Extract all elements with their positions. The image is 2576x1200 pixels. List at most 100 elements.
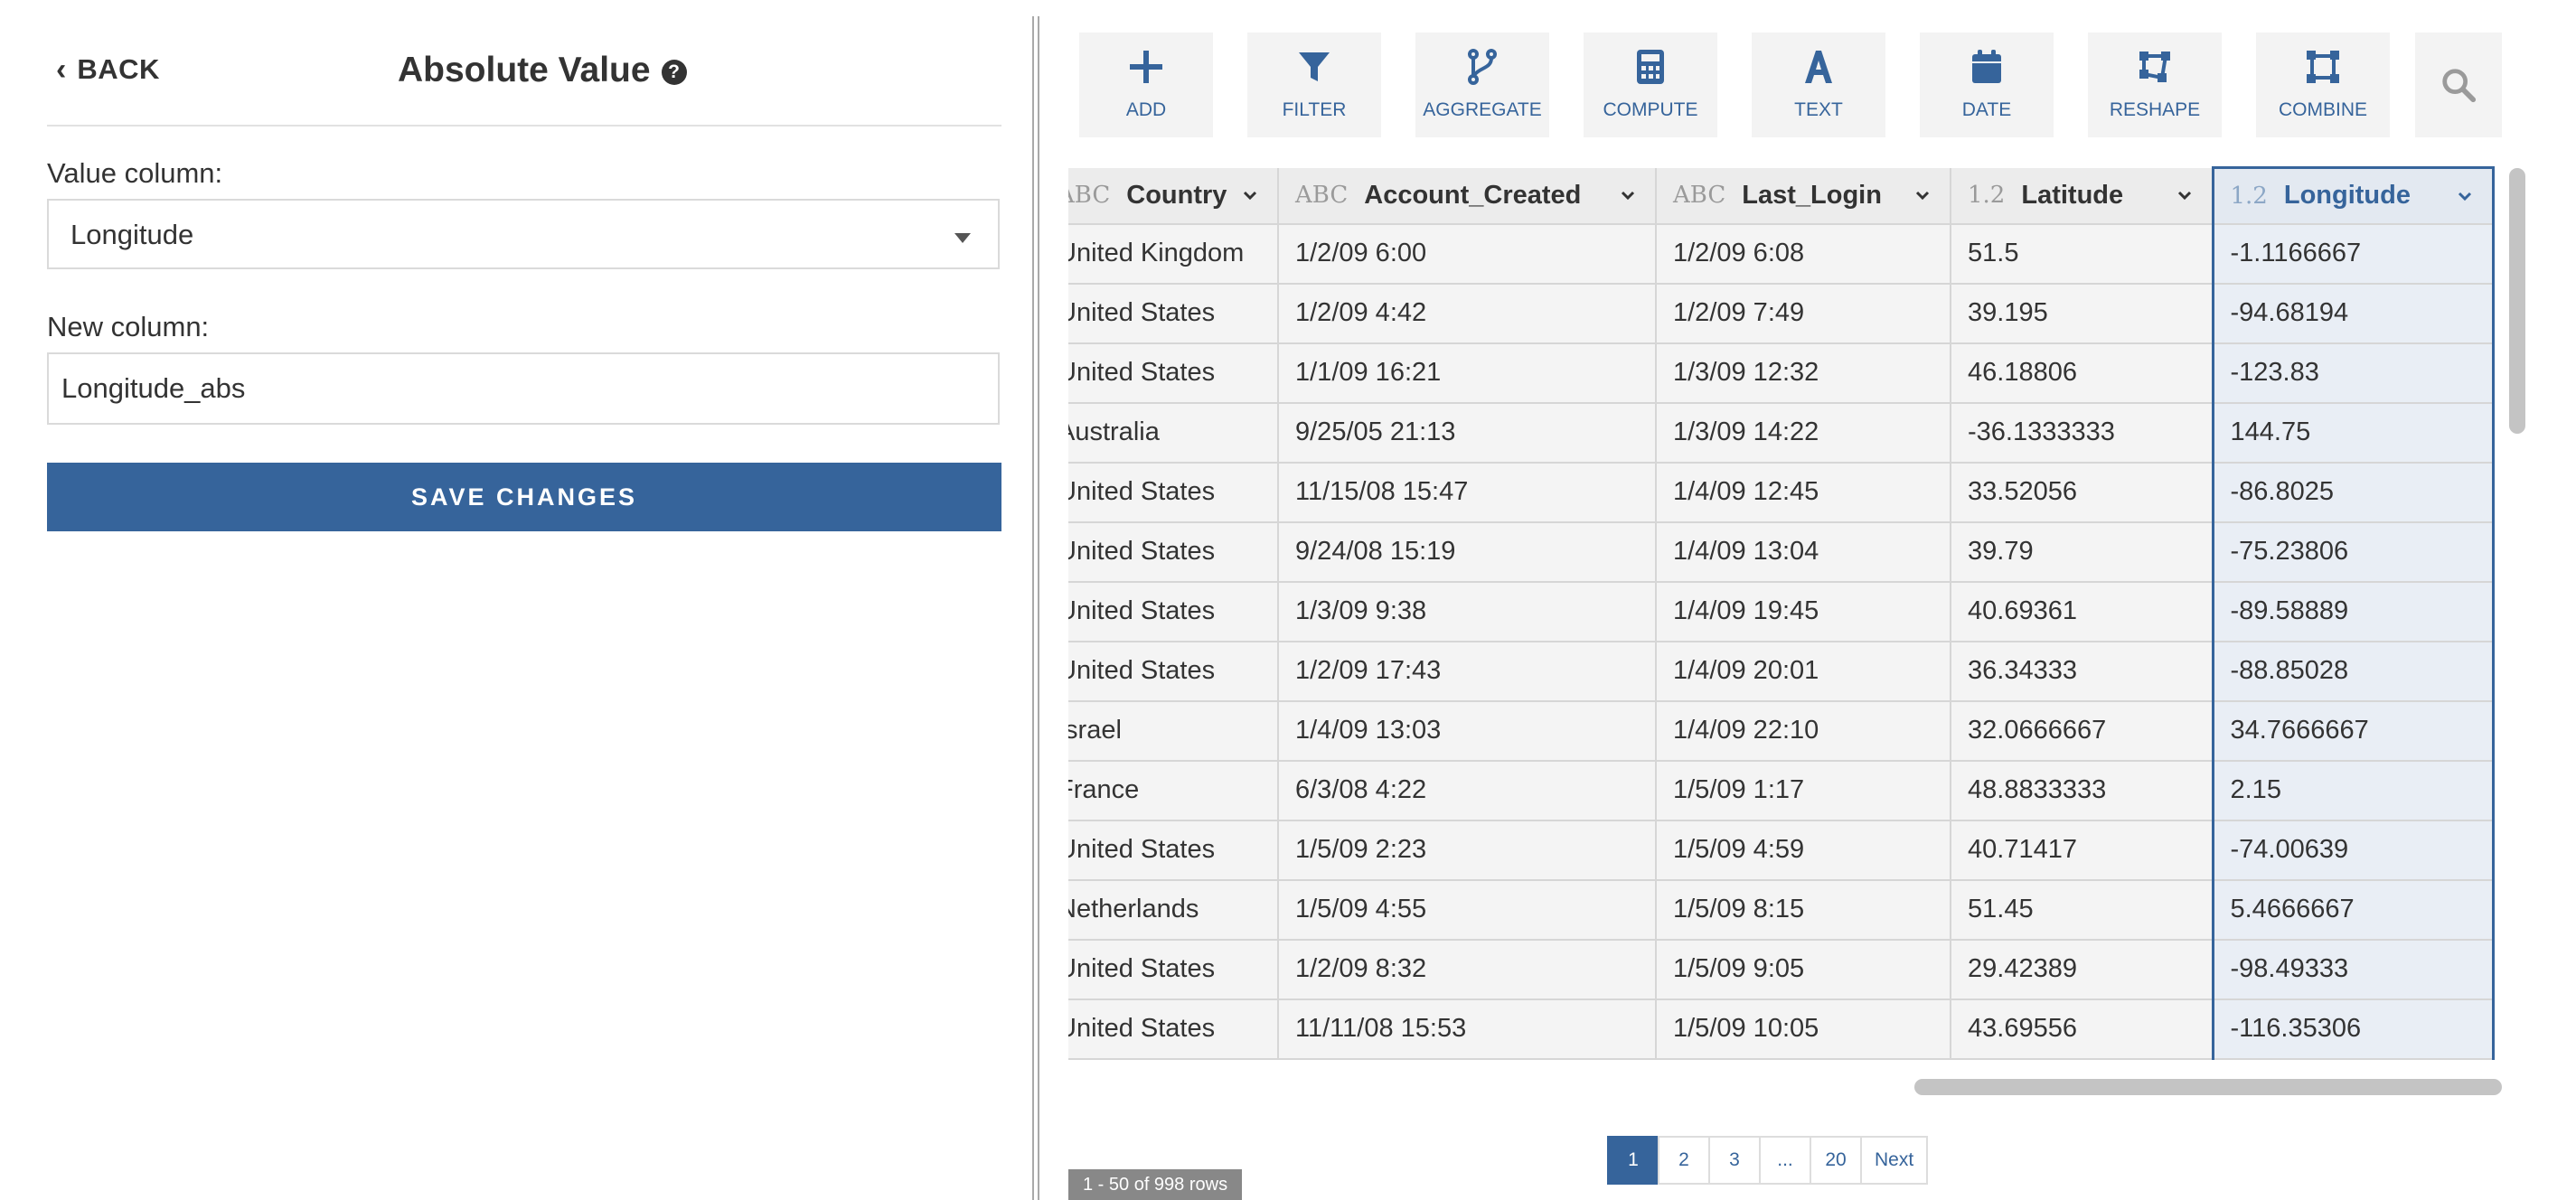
toolbar-text-button[interactable]: TEXT [1752, 33, 1885, 137]
table-cell[interactable]: -86.8025 [2211, 462, 2495, 523]
table-cell[interactable]: 1/4/09 19:45 [1656, 581, 1951, 642]
table-cell[interactable]: United States [1068, 581, 1279, 642]
table-cell[interactable]: 1/4/09 20:01 [1656, 641, 1951, 702]
table-cell[interactable]: United States [1068, 342, 1279, 404]
table-cell[interactable]: 1/3/09 14:22 [1656, 402, 1951, 464]
table-cell[interactable]: -88.85028 [2211, 641, 2495, 702]
toolbar-add-button[interactable]: ADD [1079, 33, 1213, 137]
table-cell[interactable]: 1/3/09 9:38 [1278, 581, 1657, 642]
table-cell[interactable]: -89.58889 [2211, 581, 2495, 642]
toolbar-aggregate-button[interactable]: AGGREGATE [1415, 33, 1549, 137]
table-cell[interactable]: -74.00639 [2211, 820, 2495, 881]
table-cell[interactable]: Australia [1068, 402, 1279, 464]
toolbar-date-button[interactable]: DATE [1920, 33, 2054, 137]
toolbar-combine-button[interactable]: COMBINE [2256, 33, 2390, 137]
table-cell[interactable]: 1/5/09 4:59 [1656, 820, 1951, 881]
table-cell[interactable]: 33.52056 [1951, 462, 2214, 523]
back-button[interactable]: ‹ BACK [56, 49, 160, 90]
table-cell[interactable]: 29.42389 [1951, 939, 2214, 1000]
table-cell[interactable]: United States [1068, 820, 1279, 881]
table-cell[interactable]: United States [1068, 641, 1279, 702]
table-cell[interactable]: -1.1166667 [2211, 223, 2495, 285]
table-cell[interactable]: United States [1068, 998, 1279, 1060]
table-cell[interactable]: 1/2/09 6:08 [1656, 223, 1951, 285]
table-cell[interactable]: 1/5/09 4:55 [1278, 879, 1657, 941]
table-cell[interactable]: 11/11/08 15:53 [1278, 998, 1657, 1060]
table-cell[interactable]: 43.69556 [1951, 998, 2214, 1060]
table-cell[interactable]: Netherlands [1068, 879, 1279, 941]
table-cell[interactable]: 39.195 [1951, 283, 2214, 344]
table-cell[interactable]: Israel [1068, 700, 1279, 762]
chevron-down-icon[interactable] [2177, 188, 2192, 202]
table-cell[interactable]: France [1068, 760, 1279, 821]
table-cell[interactable]: 1/2/09 17:43 [1278, 641, 1657, 702]
column-header-latitude[interactable]: 1.2 Latitude [1951, 167, 2214, 225]
new-column-input[interactable] [47, 352, 1000, 425]
table-cell[interactable]: 48.8833333 [1951, 760, 2214, 821]
table-cell[interactable]: -116.35306 [2211, 998, 2495, 1060]
table-cell[interactable]: -94.68194 [2211, 283, 2495, 344]
page-button-3[interactable]: 3 [1708, 1136, 1761, 1185]
table-cell[interactable]: United States [1068, 521, 1279, 583]
table-cell[interactable]: 32.0666667 [1951, 700, 2214, 762]
help-icon[interactable]: ? [661, 60, 687, 85]
toolbar-filter-button[interactable]: FILTER [1247, 33, 1381, 137]
table-cell[interactable]: 46.18806 [1951, 342, 2214, 404]
table-cell[interactable]: 1/2/09 7:49 [1656, 283, 1951, 344]
table-cell[interactable]: -123.83 [2211, 342, 2495, 404]
table-cell[interactable]: 11/15/08 15:47 [1278, 462, 1657, 523]
table-cell[interactable]: 1/4/09 13:04 [1656, 521, 1951, 583]
table-cell[interactable]: 1/5/09 2:23 [1278, 820, 1657, 881]
table-cell[interactable]: 6/3/08 4:22 [1278, 760, 1657, 821]
table-cell[interactable]: 51.5 [1951, 223, 2214, 285]
chevron-down-icon[interactable] [1915, 188, 1930, 202]
chevron-down-icon[interactable] [1621, 188, 1635, 202]
horizontal-scrollbar[interactable] [1914, 1079, 2502, 1095]
value-column-select[interactable]: Longitude [47, 199, 1000, 269]
table-cell[interactable]: 2.15 [2211, 760, 2495, 821]
panel-splitter[interactable] [1029, 0, 1041, 1200]
table-cell[interactable]: 1/2/09 4:42 [1278, 283, 1657, 344]
table-cell[interactable]: 1/2/09 6:00 [1278, 223, 1657, 285]
table-cell[interactable]: 36.34333 [1951, 641, 2214, 702]
table-cell[interactable]: -75.23806 [2211, 521, 2495, 583]
table-cell[interactable]: 1/4/09 13:03 [1278, 700, 1657, 762]
table-cell[interactable]: 34.7666667 [2211, 700, 2495, 762]
column-header-last-login[interactable]: ABC Last_Login [1656, 167, 1951, 225]
column-header-country[interactable]: ABC Country [1068, 167, 1279, 225]
page-button-2[interactable]: 2 [1658, 1136, 1710, 1185]
page-button-1[interactable]: 1 [1607, 1136, 1659, 1185]
table-cell[interactable]: United States [1068, 462, 1279, 523]
table-cell[interactable]: 51.45 [1951, 879, 2214, 941]
search-button[interactable] [2415, 33, 2502, 137]
table-cell[interactable]: 1/3/09 12:32 [1656, 342, 1951, 404]
page-button-20[interactable]: 20 [1810, 1136, 1862, 1185]
table-cell[interactable]: 1/4/09 22:10 [1656, 700, 1951, 762]
table-cell[interactable]: 5.4666667 [2211, 879, 2495, 941]
table-cell[interactable]: 144.75 [2211, 402, 2495, 464]
table-cell[interactable]: United States [1068, 939, 1279, 1000]
table-cell[interactable]: -98.49333 [2211, 939, 2495, 1000]
toolbar-compute-button[interactable]: COMPUTE [1584, 33, 1717, 137]
table-cell[interactable]: 40.69361 [1951, 581, 2214, 642]
table-cell[interactable]: 1/1/09 16:21 [1278, 342, 1657, 404]
table-cell[interactable]: 1/5/09 9:05 [1656, 939, 1951, 1000]
table-cell[interactable]: 39.79 [1951, 521, 2214, 583]
vertical-scrollbar[interactable] [2509, 168, 2525, 434]
table-cell[interactable]: 1/5/09 1:17 [1656, 760, 1951, 821]
table-cell[interactable]: 1/4/09 12:45 [1656, 462, 1951, 523]
table-cell[interactable]: 40.71417 [1951, 820, 2214, 881]
table-cell[interactable]: 9/24/08 15:19 [1278, 521, 1657, 583]
table-cell[interactable]: 9/25/05 21:13 [1278, 402, 1657, 464]
next-page-button[interactable]: Next [1860, 1136, 1929, 1185]
toolbar-reshape-button[interactable]: RESHAPE [2088, 33, 2222, 137]
save-changes-button[interactable]: SAVE CHANGES [47, 463, 1001, 531]
table-cell[interactable]: 1/5/09 10:05 [1656, 998, 1951, 1060]
chevron-down-icon[interactable] [2458, 189, 2472, 203]
column-header-account-created[interactable]: ABC Account_Created [1278, 167, 1657, 225]
column-header-longitude[interactable]: 1.2 Longitude [2211, 166, 2495, 225]
table-cell[interactable]: United Kingdom [1068, 223, 1279, 285]
table-cell[interactable]: -36.1333333 [1951, 402, 2214, 464]
table-cell[interactable]: 1/2/09 8:32 [1278, 939, 1657, 1000]
table-cell[interactable]: United States [1068, 283, 1279, 344]
